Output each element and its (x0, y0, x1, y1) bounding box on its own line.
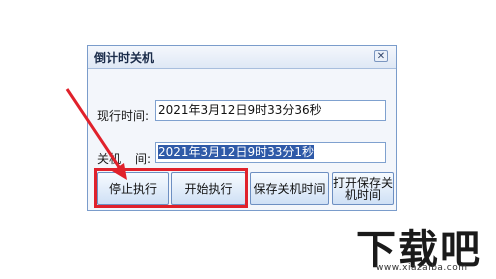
annotation-arrow-line (65, 88, 125, 174)
watermark-url: www.xiazaiba.com (376, 263, 468, 273)
watermark: 下载吧 www.xiazaiba.com (356, 217, 496, 277)
